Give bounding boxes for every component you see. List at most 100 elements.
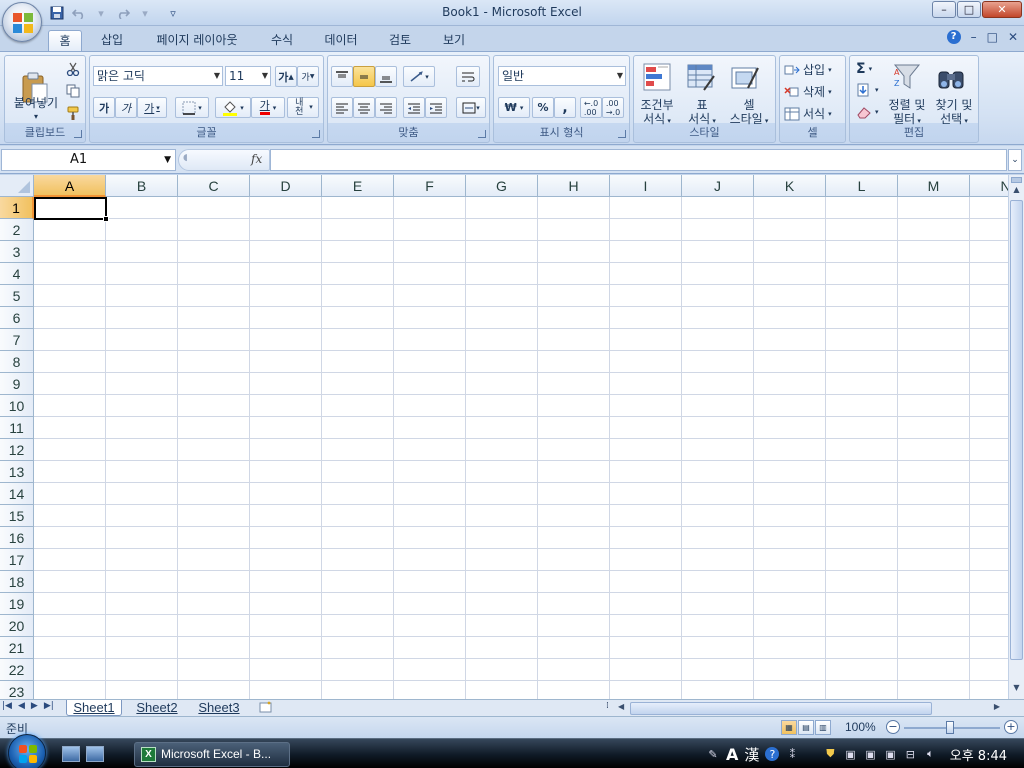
tab-data[interactable]: 데이터 (318, 30, 364, 52)
column-header-a[interactable]: A (34, 175, 106, 197)
align-right-button[interactable] (375, 97, 397, 118)
language-bar-icon[interactable]: ✎ (706, 747, 720, 761)
close-button[interactable]: ✕ (982, 1, 1022, 18)
cut-icon[interactable] (63, 60, 83, 78)
tray-app-icon-2[interactable]: ▣ (863, 747, 877, 761)
column-header-l[interactable]: L (826, 175, 898, 197)
ime-help-icon[interactable]: ? (765, 747, 780, 761)
increase-decimal-button[interactable]: ←.0.00 (580, 97, 602, 118)
start-button[interactable] (8, 734, 46, 768)
first-sheet-icon[interactable]: |◀ (2, 701, 12, 711)
select-all-button[interactable] (0, 175, 34, 197)
hsplit-handle[interactable]: ⁞ (606, 701, 609, 711)
column-header-g[interactable]: G (466, 175, 538, 197)
ribbon-restore-button[interactable]: □ (987, 30, 998, 44)
insert-cells-button[interactable]: 삽입 ▾ (784, 61, 832, 78)
currency-button[interactable]: ₩ ▾ (498, 97, 530, 118)
page-layout-view-icon[interactable]: ▤ (798, 720, 814, 735)
delete-cells-button[interactable]: 삭제 ▾ (784, 83, 832, 100)
phonetic-guide-button[interactable]: 내천 ▾ (287, 97, 319, 118)
find-select-button[interactable]: 찾기 및 선택 ▾ (930, 98, 978, 128)
row-header-4[interactable]: 4 (0, 263, 34, 285)
column-header-b[interactable]: B (106, 175, 178, 197)
insert-function-icon[interactable]: fx (251, 152, 262, 166)
insert-sheet-icon[interactable] (258, 701, 276, 714)
row-header-13[interactable]: 13 (0, 461, 34, 483)
normal-view-icon[interactable]: ▦ (781, 720, 797, 735)
clipboard-launcher-icon[interactable] (74, 130, 82, 138)
sheet-tab-1[interactable]: Sheet1 (66, 700, 122, 716)
italic-button[interactable]: 가 (115, 97, 137, 118)
office-button[interactable] (2, 2, 42, 42)
column-header-k[interactable]: K (754, 175, 826, 197)
cell-styles-icon[interactable] (728, 60, 762, 94)
find-select-icon[interactable] (934, 60, 968, 94)
zoom-in-icon[interactable]: + (1004, 720, 1018, 734)
tab-formulas[interactable]: 수식 (264, 30, 300, 52)
conditional-formatting-button[interactable]: 조건부 서식 ▾ (634, 98, 680, 128)
cell-area[interactable] (34, 197, 1008, 699)
font-size-combo[interactable]: 11 ▼ (225, 66, 271, 86)
zoom-out-icon[interactable]: − (886, 720, 900, 734)
save-icon[interactable] (48, 5, 66, 21)
tray-app-icon-1[interactable]: ▣ (843, 747, 857, 761)
fill-button[interactable]: ▾ (856, 83, 879, 97)
help-icon[interactable]: ? (946, 30, 961, 44)
volume-icon[interactable]: 🔈︎ (923, 747, 937, 761)
format-cells-button[interactable]: 서식 ▾ (784, 105, 832, 122)
column-header-e[interactable]: E (322, 175, 394, 197)
align-center-button[interactable] (353, 97, 375, 118)
vertical-scrollbar[interactable]: ▲ ▼ (1008, 175, 1024, 699)
redo-dropdown-icon[interactable]: ▾ (136, 5, 154, 21)
number-launcher-icon[interactable] (618, 130, 626, 138)
format-painter-icon[interactable] (63, 104, 83, 122)
column-header-h[interactable]: H (538, 175, 610, 197)
paste-dropdown-icon[interactable]: ▾ (29, 110, 43, 124)
orientation-button[interactable]: ▾ (403, 66, 435, 87)
column-header-f[interactable]: F (394, 175, 466, 197)
undo-icon[interactable] (70, 5, 88, 21)
row-header-20[interactable]: 20 (0, 615, 34, 637)
horizontal-scrollbar[interactable]: ⁞ ◀ ▶ (606, 701, 1006, 716)
security-shield-icon[interactable]: ⛊ (823, 747, 837, 761)
decrease-decimal-button[interactable]: .00 →.0 (602, 97, 624, 118)
ime-hanja[interactable]: 漢 (744, 744, 759, 765)
font-name-combo[interactable]: 맑은 고딕 ▼ (93, 66, 223, 86)
font-launcher-icon[interactable] (312, 130, 320, 138)
row-header-6[interactable]: 6 (0, 307, 34, 329)
row-header-2[interactable]: 2 (0, 219, 34, 241)
undo-dropdown-icon[interactable]: ▾ (92, 5, 110, 21)
scroll-left-icon[interactable]: ◀ (618, 702, 624, 711)
last-sheet-icon[interactable]: ▶| (44, 701, 54, 711)
tray-app-icon-3[interactable]: ▣ (883, 747, 897, 761)
ime-options-icon[interactable]: ⁑ (785, 747, 799, 761)
restore-button[interactable]: □ (957, 1, 981, 18)
tab-view[interactable]: 보기 (436, 30, 472, 52)
active-cell[interactable] (34, 197, 109, 222)
network-icon[interactable]: ⊟ (903, 747, 917, 761)
sort-filter-icon[interactable]: AZ (890, 60, 924, 94)
formula-input[interactable] (270, 149, 1007, 171)
horizontal-scroll-thumb[interactable] (630, 702, 932, 715)
zoom-level[interactable]: 100% (845, 720, 876, 734)
percent-button[interactable]: % (532, 97, 554, 118)
row-header-5[interactable]: 5 (0, 285, 34, 307)
row-header-14[interactable]: 14 (0, 483, 34, 505)
row-header-8[interactable]: 8 (0, 351, 34, 373)
row-header-10[interactable]: 10 (0, 395, 34, 417)
format-as-table-button[interactable]: 표 서식 ▾ (680, 98, 724, 128)
align-top-button[interactable] (331, 66, 353, 87)
cell-styles-button[interactable]: 셀 스타일 ▾ (724, 98, 774, 128)
row-header-11[interactable]: 11 (0, 417, 34, 439)
tab-page-layout[interactable]: 페이지 레이아웃 (148, 30, 246, 52)
page-break-view-icon[interactable]: ▥ (815, 720, 831, 735)
number-format-combo[interactable]: 일반 ▼ (498, 66, 626, 86)
column-header-j[interactable]: J (682, 175, 754, 197)
name-box-dropdown-icon[interactable]: ▼ (164, 150, 171, 170)
copy-icon[interactable] (63, 82, 83, 100)
vertical-split-handle[interactable] (1011, 177, 1022, 183)
fill-handle[interactable] (103, 216, 109, 222)
column-header-n[interactable]: N (970, 175, 1008, 197)
show-desktop-icon[interactable] (62, 746, 80, 762)
zoom-slider-thumb[interactable] (946, 721, 954, 734)
